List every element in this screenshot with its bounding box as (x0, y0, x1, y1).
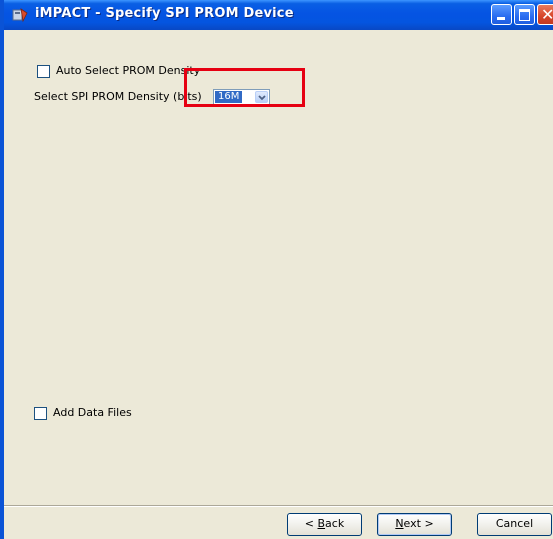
add-data-files-checkbox[interactable] (34, 407, 47, 420)
auto-select-prom-density-checkbox[interactable] (37, 65, 50, 78)
next-button[interactable]: Next > (377, 513, 452, 536)
close-icon[interactable]: ✕ (537, 4, 553, 25)
impact-app-icon (12, 7, 28, 23)
chevron-down-icon[interactable] (255, 91, 268, 103)
add-data-files-label: Add Data Files (53, 406, 132, 419)
minimize-icon[interactable] (491, 4, 512, 25)
spi-prom-density-select[interactable]: 16M (213, 89, 270, 105)
window-title: iMPACT - Specify SPI PROM Device (35, 6, 294, 21)
title-bar[interactable]: iMPACT - Specify SPI PROM Device ✕ (4, 0, 553, 30)
cancel-button[interactable]: Cancel (477, 513, 552, 536)
dialog-content: Auto Select PROM Density Select SPI PROM… (4, 30, 553, 505)
impact-dialog-window: iMPACT - Specify SPI PROM Device ✕ Auto … (0, 0, 553, 539)
back-button[interactable]: < Back (287, 513, 362, 536)
select-spi-prom-density-label: Select SPI PROM Density (bits) (34, 90, 202, 103)
maximize-icon[interactable] (514, 4, 535, 25)
auto-select-prom-density-label: Auto Select PROM Density (56, 64, 201, 77)
button-separator (4, 505, 553, 507)
density-selected-value: 16M (215, 91, 243, 103)
